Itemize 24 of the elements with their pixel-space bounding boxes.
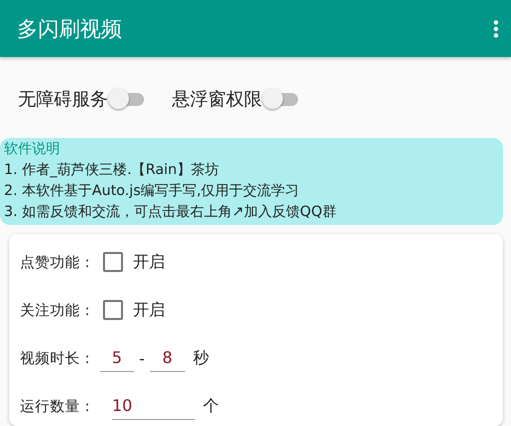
toggle-switch[interactable] — [108, 88, 146, 110]
field-label: 点赞功能： — [20, 254, 96, 272]
info-line: 1. 作者_葫芦侠三楼.【Rain】茶坊 — [4, 161, 220, 180]
unit-label: 秒 — [192, 348, 209, 368]
range-separator: - — [139, 348, 145, 368]
input-field[interactable]: 10 — [112, 392, 195, 420]
field-label: 视频时长： — [20, 350, 96, 368]
input-field[interactable]: 5 — [100, 344, 134, 372]
info-title: 软件说明 — [4, 140, 61, 159]
checkbox[interactable] — [103, 300, 123, 320]
field-label: 关注功能： — [20, 302, 96, 320]
app-title: 多闪刷视频 — [17, 16, 122, 42]
info-line: 3. 如需反馈和交流，可点击最右上角↗加入反馈QQ群 — [4, 203, 338, 222]
toggle-switch[interactable] — [262, 88, 300, 110]
checkbox-label: 开启 — [133, 252, 165, 272]
unit-label: 个 — [203, 396, 219, 416]
checkbox-label: 开启 — [133, 300, 165, 320]
checkbox[interactable] — [103, 252, 123, 272]
switch-label: 无障碍服务 — [18, 88, 108, 111]
input-field[interactable]: 8 — [150, 344, 185, 372]
field-label: 运行数量： — [20, 398, 96, 416]
info-line: 2. 本软件基于Auto.js编写手写,仅用于交流学习 — [4, 182, 300, 201]
more-menu-icon[interactable] — [493, 20, 499, 38]
switch-label: 悬浮窗权限 — [172, 88, 262, 111]
